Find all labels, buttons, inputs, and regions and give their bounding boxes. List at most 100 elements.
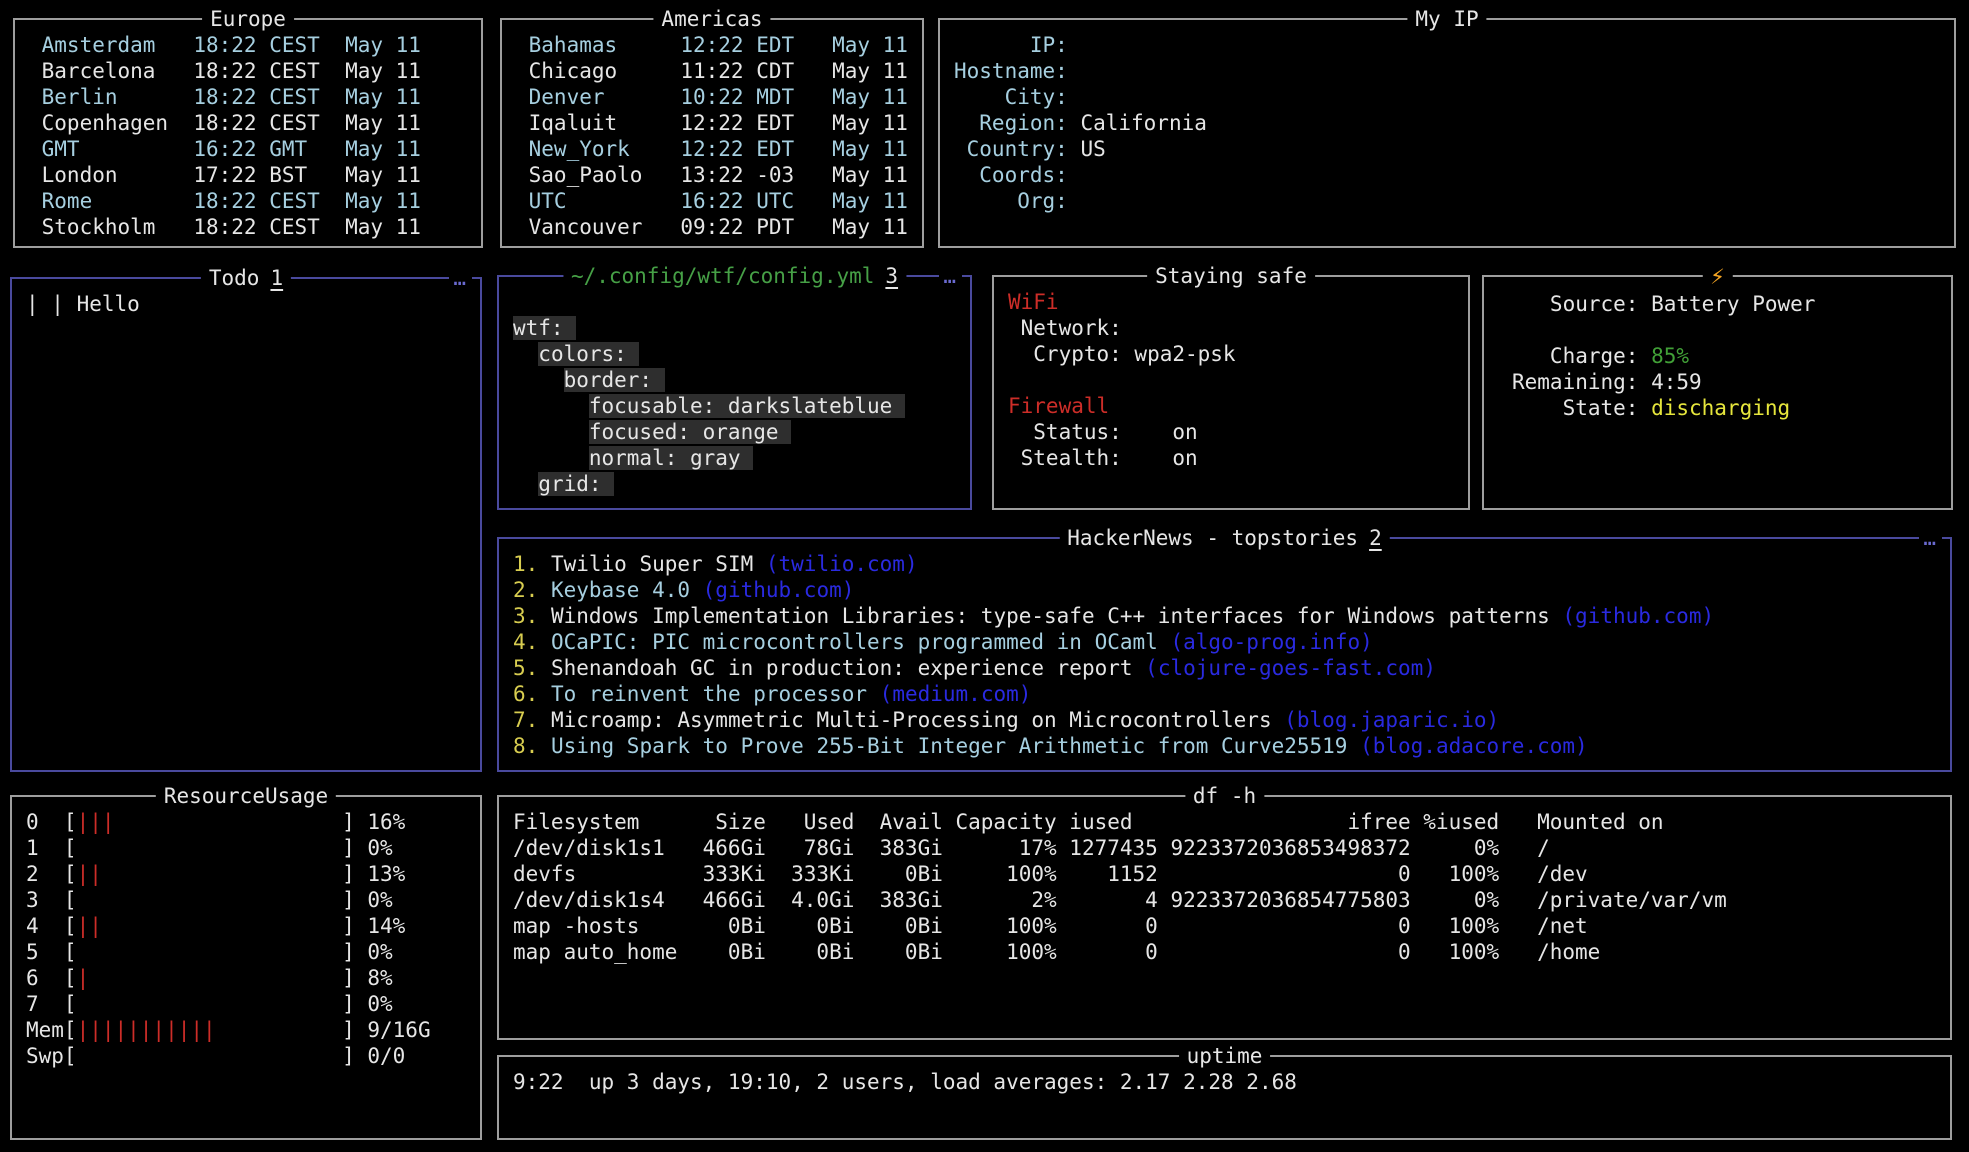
battery-value: discharging <box>1651 396 1790 420</box>
meter-value: ] 0% <box>342 836 393 860</box>
config-line: wtf: <box>513 315 962 341</box>
meter-bars: ||||||||||| <box>77 1018 343 1042</box>
meter-value: ] 16% <box>342 810 405 834</box>
meter-label: 2 [ <box>26 862 77 886</box>
security-text: Firewall <box>1008 394 1109 418</box>
resource-meter-row: 0 [||| ] 16% <box>26 809 472 835</box>
ip-detail-value: US <box>1068 137 1106 161</box>
ip-detail-value <box>1068 85 1081 109</box>
config-code: border: <box>564 368 665 392</box>
battery-label: State: <box>1512 396 1651 420</box>
meter-value: ] 0% <box>342 992 393 1016</box>
hn-story-item[interactable]: 2. Keybase 4.0 (github.com) <box>513 577 1942 603</box>
clocks-americas-list: Bahamas 12:22 EDT May 11 Chicago 11:22 C… <box>502 20 922 246</box>
security-text: Status: on <box>1008 420 1198 444</box>
config-focus-index: 3 <box>885 264 898 288</box>
security-line <box>1008 367 1460 393</box>
df-row: map -hosts 0Bi 0Bi 0Bi 100% 0 0 100% /ne… <box>513 913 1942 939</box>
hn-rank: 3. <box>513 604 551 628</box>
hn-story-item[interactable]: 1. Twilio Super SIM (twilio.com) <box>513 551 1942 577</box>
hn-rank: 7. <box>513 708 551 732</box>
hn-rank: 2. <box>513 578 551 602</box>
panel-battery: ⚡ Source: Battery Power Charge: 85%Remai… <box>1482 275 1953 510</box>
meter-bars <box>77 888 343 912</box>
battery-label: Source: <box>1512 292 1651 316</box>
hn-story-link: (clojure-goes-fast.com) <box>1145 656 1436 680</box>
df-table: Filesystem Size Used Avail Capacity iuse… <box>499 797 1950 1038</box>
panel-title-resource-usage: ResourceUsage <box>156 783 336 809</box>
config-overflow-indicator-icon: … <box>939 263 962 289</box>
meter-bars <box>77 940 343 964</box>
panel-todo[interactable]: Todo1 … | | Hello <box>10 277 482 772</box>
hn-story-item[interactable]: 4. OCaPIC: PIC microcontrollers programm… <box>513 629 1942 655</box>
hn-story-item[interactable]: 5. Shenandoah GC in production: experien… <box>513 655 1942 681</box>
panel-config-file[interactable]: ~/.config/wtf/config.yml3 … wtf: colors:… <box>497 275 972 510</box>
ip-detail-row: IP: <box>954 32 1946 58</box>
security-text: Crypto: wpa2-psk <box>1008 342 1236 366</box>
resource-meter-row: Swp[ ] 0/0 <box>26 1043 472 1069</box>
meter-label: 6 [ <box>26 966 77 990</box>
ip-detail-label: Hostname: <box>954 59 1068 83</box>
df-row: /dev/disk1s1 466Gi 78Gi 383Gi 17% 127743… <box>513 835 1942 861</box>
clock-row: Rome 18:22 CEST May 11 <box>29 188 473 214</box>
hn-story-link: (github.com) <box>1562 604 1714 628</box>
panel-title-americas: Americas <box>653 6 770 32</box>
resource-usage-meters: 0 [||| ] 16%1 [ ] 0%2 [|| ] 13%3 [ ] 0%4… <box>12 797 480 1138</box>
panel-uptime: uptime 9:22 up 3 days, 19:10, 2 users, l… <box>497 1055 1952 1140</box>
security-text <box>1008 368 1021 392</box>
hn-story-title: To reinvent the processor <box>551 682 880 706</box>
security-line: Stealth: on <box>1008 445 1460 471</box>
todo-item[interactable]: | | Hello <box>26 291 472 317</box>
hn-story-item[interactable]: 7. Microamp: Asymmetric Multi-Processing… <box>513 707 1942 733</box>
security-text: WiFi <box>1008 290 1059 314</box>
battery-value: 4:59 <box>1651 370 1702 394</box>
security-text: Network: <box>1008 316 1122 340</box>
meter-label: 4 [ <box>26 914 77 938</box>
resource-meter-row: 4 [|| ] 14% <box>26 913 472 939</box>
meter-value: ] 8% <box>342 966 393 990</box>
hn-story-item[interactable]: 8. Using Spark to Prove 255-Bit Integer … <box>513 733 1942 759</box>
panel-title-europe: Europe <box>202 6 294 32</box>
config-code: colors: <box>538 342 639 366</box>
panel-hackernews[interactable]: HackerNews - topstories2 … 1. Twilio Sup… <box>497 537 1952 772</box>
meter-value: ] 14% <box>342 914 405 938</box>
config-code: focused: orange <box>589 420 791 444</box>
hn-story-link: (algo-prog.info) <box>1170 630 1372 654</box>
df-row: map auto_home 0Bi 0Bi 0Bi 100% 0 0 100% … <box>513 939 1942 965</box>
ip-detail-label: IP: <box>954 33 1068 57</box>
meter-label: 7 [ <box>26 992 77 1016</box>
ip-detail-row: Hostname: <box>954 58 1946 84</box>
security-line: Status: on <box>1008 419 1460 445</box>
meter-bars <box>77 836 343 860</box>
hn-story-title: Shenandoah GC in production: experience … <box>551 656 1145 680</box>
panel-title-todo: Todo1 <box>201 265 291 291</box>
config-line: border: <box>513 367 962 393</box>
panel-title-staying-safe: Staying safe <box>1147 263 1315 289</box>
todo-list: | | Hello <box>12 279 480 770</box>
meter-value: ] 0% <box>342 940 393 964</box>
hn-story-item[interactable]: 6. To reinvent the processor (medium.com… <box>513 681 1942 707</box>
battery-details: Source: Battery Power Charge: 85%Remaini… <box>1484 277 1951 508</box>
battery-label: Remaining: <box>1512 370 1651 394</box>
hn-story-title: Windows Implementation Libraries: type-s… <box>551 604 1562 628</box>
hackernews-overflow-indicator-icon: … <box>1919 525 1942 551</box>
clock-row: London 17:22 BST May 11 <box>29 162 473 188</box>
security-text: Stealth: on <box>1008 446 1198 470</box>
resource-meter-row: 5 [ ] 0% <box>26 939 472 965</box>
hn-story-item[interactable]: 3. Windows Implementation Libraries: typ… <box>513 603 1942 629</box>
clock-row: Stockholm 18:22 CEST May 11 <box>29 214 473 240</box>
resource-meter-row: Mem[||||||||||| ] 9/16G <box>26 1017 472 1043</box>
panel-clocks-americas: Americas Bahamas 12:22 EDT May 11 Chicag… <box>500 18 924 248</box>
resource-meter-row: 2 [|| ] 13% <box>26 861 472 887</box>
panel-title-hackernews: HackerNews - topstories2 <box>1059 525 1389 551</box>
ip-detail-value <box>1068 189 1081 213</box>
ip-detail-label: Country: <box>954 137 1068 161</box>
panel-df: df -h Filesystem Size Used Avail Capacit… <box>497 795 1952 1040</box>
meter-bars: | <box>77 966 343 990</box>
todo-overflow-indicator-icon: … <box>449 265 472 291</box>
ip-detail-value <box>1068 33 1081 57</box>
my-ip-details: IP: Hostname: City: Region: California C… <box>940 20 1954 246</box>
panel-resource-usage: ResourceUsage 0 [||| ] 16%1 [ ] 0%2 [|| … <box>10 795 482 1140</box>
ip-detail-row: Org: <box>954 188 1946 214</box>
hackernews-focus-index: 2 <box>1369 526 1382 550</box>
